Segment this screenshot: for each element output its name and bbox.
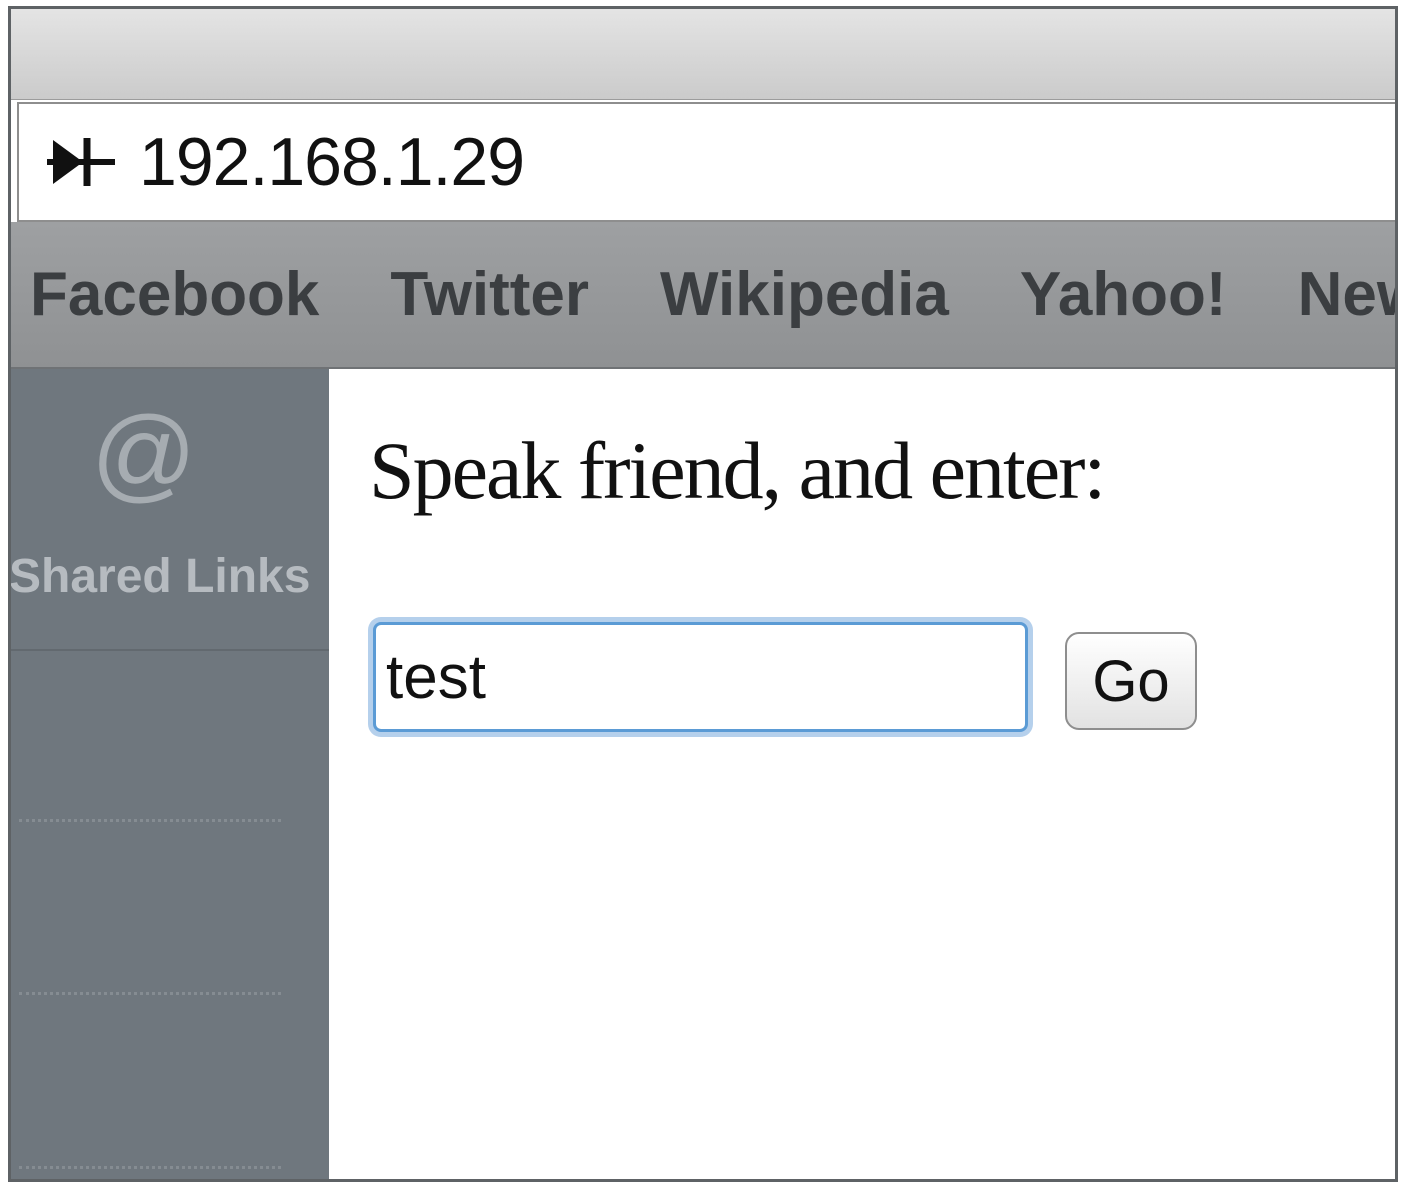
bookmark-news-folder[interactable]: News (1297, 259, 1395, 330)
title-bar[interactable] (11, 9, 1395, 100)
bookmark-wikipedia[interactable]: Wikipedia (660, 259, 949, 330)
sidebar-divider (19, 1166, 281, 1169)
address-bar[interactable]: 192.168.1.29 (17, 102, 1395, 222)
browser-window: 192.168.1.29 Facebook Twitter Wikipedia … (8, 6, 1398, 1182)
go-button[interactable]: Go (1065, 632, 1197, 730)
password-input[interactable] (373, 622, 1028, 732)
at-sign-icon: @ (91, 396, 197, 512)
bookmarks-bar: Facebook Twitter Wikipedia Yahoo! News (11, 222, 1395, 369)
sidebar: @ Shared Links (11, 369, 329, 1179)
sidebar-divider (19, 992, 281, 995)
sidebar-item-label: Shared Links (9, 550, 311, 603)
sidebar-item-shared-links[interactable]: @ Shared Links (11, 369, 329, 651)
network-diode-icon (47, 132, 117, 192)
bookmark-news-label: News (1297, 260, 1395, 329)
url-text[interactable]: 192.168.1.29 (139, 123, 525, 201)
page-prompt: Speak friend, and enter: (369, 425, 1106, 516)
sidebar-divider (19, 819, 281, 822)
bookmark-facebook[interactable]: Facebook (30, 259, 319, 330)
bookmark-yahoo[interactable]: Yahoo! (1020, 259, 1227, 330)
bookmark-twitter[interactable]: Twitter (390, 259, 589, 330)
page-content: Speak friend, and enter: Go (329, 369, 1395, 1179)
